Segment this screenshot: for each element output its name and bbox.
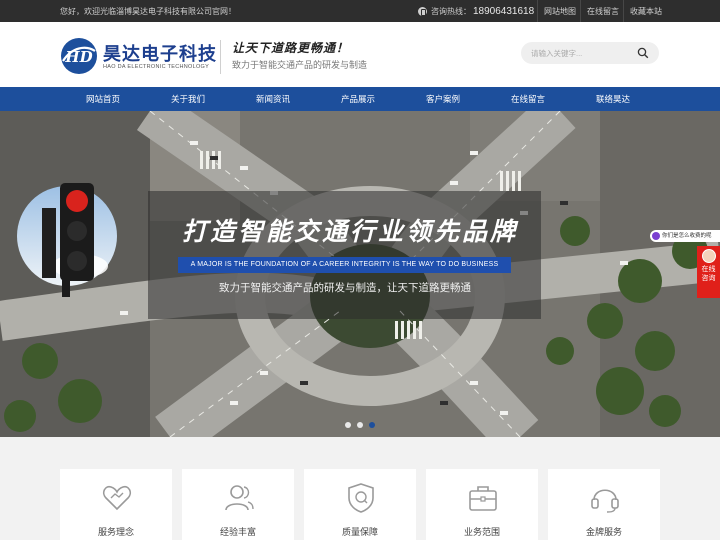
hotline: 咨询热线： 18906431618 <box>418 3 534 19</box>
slide-dot-3[interactable] <box>369 422 375 428</box>
nav-item-message[interactable]: 在线留言 <box>488 87 568 111</box>
banner-background-image <box>0 111 720 437</box>
topbar-divider <box>623 0 624 22</box>
search-box <box>521 42 659 64</box>
slide-dot-2[interactable] <box>357 422 363 428</box>
logo-english-name: HAO DA ELECTRONIC TECHNOLOGY <box>103 64 210 70</box>
main-nav: 网站首页 关于我们 新闻资讯 产品展示 客户案例 在线留言 联络昊达 <box>0 87 720 111</box>
top-bar: 您好，欢迎光临淄博昊达电子科技有限公司官网！ 咨询热线： 18906431618… <box>0 0 720 22</box>
slogan-main: 让天下道路更畅通！ <box>232 41 350 55</box>
online-consult-button[interactable]: 在线 咨询 <box>697 246 720 298</box>
briefcase-icon <box>469 486 497 511</box>
nav-item-products[interactable]: 产品展示 <box>318 87 398 111</box>
hotline-number: 18906431618 <box>473 5 535 17</box>
feature-card-quality[interactable]: 质量保障 <box>304 469 416 540</box>
feature-card-business-scope[interactable]: 业务范围 <box>426 469 538 540</box>
welcome-text: 您好，欢迎光临淄博昊达电子科技有限公司官网！ <box>60 7 236 16</box>
nav-item-contact[interactable]: 联络昊达 <box>573 87 653 111</box>
nav-item-cases[interactable]: 客户案例 <box>403 87 483 111</box>
slogan-sub: 致力于智能交通产品的研发与制造 <box>232 60 368 70</box>
nav-item-news[interactable]: 新闻资讯 <box>233 87 313 111</box>
logo-chinese-name[interactable]: 昊达电子科技 <box>103 40 217 66</box>
header-divider <box>220 40 221 74</box>
nav-item-home[interactable]: 网站首页 <box>63 87 143 111</box>
phone-icon <box>418 6 427 16</box>
agent-avatar <box>701 249 716 263</box>
slide-dot-1[interactable] <box>345 422 351 428</box>
feature-label: 服务理念 <box>97 527 134 537</box>
hero-banner[interactable]: 打造智能交通行业领先品牌 A MAJOR IS THE FOUNDATION O… <box>0 111 720 437</box>
site-header: HD 昊达电子科技 HAO DA ELECTRONIC TECHNOLOGY 让… <box>0 22 720 87</box>
online-consult-line2: 咨询 <box>701 275 716 282</box>
feature-card-service-concept[interactable]: 服务理念 <box>60 469 172 540</box>
search-input[interactable] <box>531 46 631 60</box>
topbar-divider <box>580 0 581 22</box>
logo-mark-text: HD <box>64 48 92 66</box>
feature-label: 业务范围 <box>463 527 500 537</box>
sitemap-link[interactable]: 网站地图 <box>544 6 576 17</box>
logo-mark[interactable]: HD <box>60 37 98 75</box>
banner-slogan-strip: A MAJOR IS THE FOUNDATION OF A CAREER IN… <box>178 257 511 273</box>
feature-card-experience[interactable]: 经验丰富 <box>182 469 294 540</box>
bookmark-link[interactable]: 收藏本站 <box>630 6 662 17</box>
headset-icon <box>591 489 619 513</box>
search-icon[interactable] <box>637 47 649 59</box>
fee-question-text: 你们是怎么收费的呢 <box>662 233 712 239</box>
features-section: 服务理念 经验丰富 质量保障 业务范围 金牌服务 <box>0 437 720 540</box>
topbar-divider <box>537 0 538 22</box>
shield-check-icon <box>348 483 374 513</box>
message-link[interactable]: 在线留言 <box>587 6 619 17</box>
nav-item-about[interactable]: 关于我们 <box>148 87 228 111</box>
feature-label: 金牌服务 <box>585 527 622 537</box>
chat-bubble-icon <box>652 232 660 240</box>
feature-label: 经验丰富 <box>219 527 256 537</box>
heart-icon <box>103 485 131 511</box>
feature-label: 质量保障 <box>341 527 378 537</box>
banner-title: 打造智能交通行业领先品牌 <box>181 217 518 246</box>
banner-subtitle: 致力于智能交通产品的研发与制造，让天下道路更畅通 <box>219 282 471 294</box>
hotline-label: 咨询热线： <box>431 6 471 16</box>
feature-card-gold-service[interactable]: 金牌服务 <box>548 469 660 540</box>
users-icon <box>225 485 254 511</box>
fee-question-tab[interactable]: 你们是怎么收费的呢 <box>650 230 720 242</box>
online-consult-line1: 在线 <box>701 266 716 273</box>
